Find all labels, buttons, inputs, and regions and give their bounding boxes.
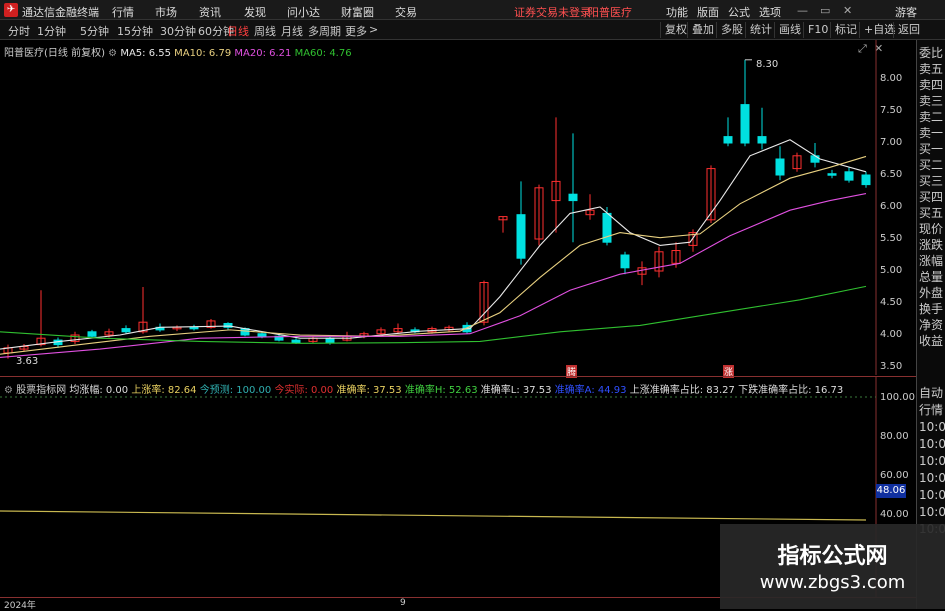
watermark: 指标公式网 www.zbgs3.com (720, 524, 945, 609)
y-tick-label: 6.50 (880, 169, 903, 180)
time-axis-label: 2024年 (4, 601, 36, 611)
y-tick-label: 4.00 (880, 329, 903, 340)
quote-field-label: 收益 (919, 334, 944, 348)
period-daily[interactable]: 日线 (227, 23, 249, 39)
watermark-url: www.zbgs3.com (759, 572, 906, 593)
toolbar-overlay-button[interactable]: 叠加 (687, 22, 718, 38)
period-monthly[interactable]: 月线 (281, 23, 303, 39)
menu-item-trade[interactable]: 交易 (395, 4, 417, 20)
candle (189, 326, 199, 330)
candle (257, 333, 267, 337)
period-30min[interactable]: 30分钟 (160, 23, 196, 39)
tick-time: 10:0 (919, 437, 945, 451)
period-15min[interactable]: 15分钟 (117, 23, 153, 39)
app-logo-icon: ✈ (4, 3, 18, 17)
login-status[interactable]: 证券交易未登录 (514, 4, 591, 20)
toolbar-stats-button[interactable]: 统计 (745, 22, 776, 38)
low-price-label: 3.63 (16, 356, 39, 367)
menu-item-formula[interactable]: 公式 (728, 4, 750, 20)
y-tick-label: 40.00 (880, 509, 909, 520)
candle (87, 331, 97, 337)
candle (810, 155, 820, 163)
time-axis-label: 9 (400, 598, 406, 608)
menu-item-quotes[interactable]: 行情 (112, 4, 134, 20)
y-tick-label: 80.00 (880, 431, 909, 442)
candle (775, 158, 785, 176)
y-tick-label: 7.50 (880, 105, 903, 116)
moving-average-line (0, 155, 867, 355)
candle (861, 174, 871, 186)
y-tick-label: 6.00 (880, 201, 903, 212)
window-minimize-icon[interactable]: — (797, 4, 808, 17)
main-y-axis: 8.00 7.50 7.00 6.50 6.00 5.50 5.00 4.50 … (880, 40, 916, 375)
top-menu-bar: ✈ 通达信金融终端 行情 市场 资讯 发现 问小达 财富圈 交易 证券交易未登录… (0, 0, 945, 20)
guest-label[interactable]: 游客 (895, 4, 917, 20)
tick-time: 10:0 (919, 454, 945, 468)
menu-item-ask[interactable]: 问小达 (287, 4, 320, 20)
candle (620, 254, 630, 269)
current-value-box: 48.06 (876, 484, 906, 498)
candle (844, 171, 854, 181)
y-tick-label: 8.00 (880, 73, 903, 84)
period-5min[interactable]: 5分钟 (80, 23, 109, 39)
period-multi[interactable]: 多周期 (308, 23, 341, 39)
toolbar-draw-button[interactable]: 画线 (774, 22, 805, 38)
toolbar-f10-button[interactable]: F10 (803, 22, 832, 38)
candle (223, 322, 233, 328)
window-close-icon[interactable]: ✕ (843, 4, 852, 17)
current-stock-name: 阳普医疗 (588, 6, 632, 19)
menu-item-function[interactable]: 功能 (666, 4, 688, 20)
tick-time: 10:0 (919, 471, 945, 485)
candle (516, 214, 526, 259)
menu-item-discover[interactable]: 发现 (244, 4, 266, 20)
period-weekly[interactable]: 周线 (254, 23, 276, 39)
menu-item-options[interactable]: 选项 (759, 4, 781, 20)
y-tick-label: 7.00 (880, 137, 903, 148)
y-tick-label: 4.50 (880, 297, 903, 308)
candle (291, 339, 301, 344)
toolbar-back-button[interactable]: 返回 (893, 22, 924, 38)
toolbar-multistock-button[interactable]: 多股 (716, 22, 747, 38)
tick-time: 10:0 (919, 420, 945, 434)
toolbar-mark-button[interactable]: 标记 (830, 22, 861, 38)
candlestick-chart[interactable] (0, 40, 916, 375)
candle (568, 193, 578, 202)
candle (723, 136, 733, 144)
app-title: 通达信金融终端 (22, 6, 99, 19)
period-timeshare[interactable]: 分时 (8, 23, 30, 39)
period-more[interactable]: 更多 (345, 23, 367, 39)
period-toolbar: 分时 1分钟 5分钟 15分钟 30分钟 60分钟 日线 周线 月线 多周期 更… (0, 20, 945, 40)
high-price-label: 8.30 (756, 59, 779, 70)
window-restore-icon[interactable]: ▭ (820, 4, 830, 17)
menu-item-layout[interactable]: 版面 (697, 4, 719, 20)
y-tick-label: 5.00 (880, 265, 903, 276)
watermark-title: 指标公式网 (777, 544, 888, 569)
candle (325, 337, 335, 344)
menu-item-news[interactable]: 资讯 (199, 4, 221, 20)
chevron-right-icon[interactable]: > (369, 23, 378, 36)
candle (121, 328, 131, 333)
tick-panel-header[interactable]: 行情 (919, 401, 943, 419)
candle (827, 173, 837, 176)
menu-item-market[interactable]: 市场 (155, 4, 177, 20)
y-tick-label: 3.50 (880, 361, 903, 372)
menu-item-wealth[interactable]: 财富圈 (341, 4, 374, 20)
y-tick-label: 60.00 (880, 470, 909, 481)
period-1min[interactable]: 1分钟 (37, 23, 66, 39)
tick-time: 10:0 (919, 505, 945, 519)
candle (757, 136, 767, 144)
candle (740, 104, 750, 144)
y-tick-label: 5.50 (880, 233, 903, 244)
tick-panel-header[interactable]: 自动 (919, 384, 943, 402)
moving-average-line (0, 139, 867, 350)
y-tick-label: 100.00 (880, 392, 915, 403)
tick-time: 10:0 (919, 488, 945, 502)
